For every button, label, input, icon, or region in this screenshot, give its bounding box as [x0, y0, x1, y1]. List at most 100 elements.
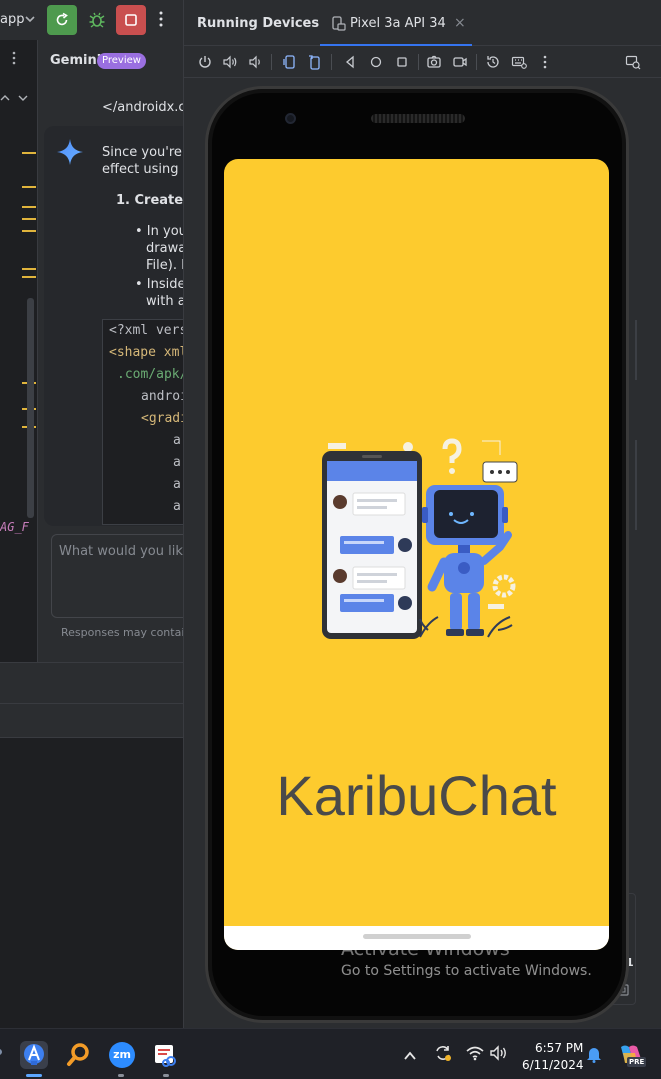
volume-down-icon[interactable]: [246, 53, 264, 71]
chevron-down-icon[interactable]: [18, 88, 28, 107]
bottom-tool-strip: [0, 662, 183, 704]
activation-watermark-text: Go to Settings to activate Windows.: [341, 963, 592, 979]
notification-bell-icon[interactable]: [586, 1045, 602, 1067]
copilot-badge: PRE: [627, 1057, 647, 1067]
volume-up-icon[interactable]: [221, 53, 239, 71]
stop-icon: [125, 14, 137, 26]
copilot-icon[interactable]: PRE: [617, 1043, 647, 1067]
gemini-sparkle-icon: [56, 138, 84, 170]
desktop: app AG_F Gemini Preview </androidx.c Sin…: [0, 0, 661, 1079]
scrollbar[interactable]: [27, 298, 34, 518]
intro-text: effect using: [102, 162, 179, 177]
overview-icon[interactable]: [393, 53, 411, 71]
device-toolbar: [184, 46, 661, 78]
snipping-tool-icon[interactable]: [153, 1042, 179, 1072]
zoom-app-icon[interactable]: zm: [109, 1042, 135, 1068]
disclaimer-text: Responses may contain: [61, 626, 183, 639]
prompt-input[interactable]: What would you like: [51, 534, 183, 618]
clock-date[interactable]: 6/11/2024: [522, 1058, 584, 1072]
keyboard-icon[interactable]: [510, 53, 528, 71]
device-icon: [332, 16, 346, 35]
app-name: KaribuChat: [276, 764, 557, 827]
running-app-indicator: [118, 1074, 124, 1077]
prompt-placeholder: What would you like: [59, 544, 183, 559]
rotate-left-icon[interactable]: [281, 53, 299, 71]
bullet-text: File). I: [146, 258, 183, 273]
code-line: <gradi: [141, 411, 183, 426]
speaker-grille: [371, 114, 465, 123]
scroll-track: [635, 320, 637, 380]
bullet-text: drawa: [146, 241, 183, 256]
change-marker: [22, 276, 36, 278]
bug-icon: [89, 12, 105, 28]
code-line: <shape xml: [109, 345, 183, 360]
bullet-text: • Inside: [135, 277, 183, 292]
home-icon[interactable]: [367, 53, 385, 71]
more-vertical-icon[interactable]: [536, 53, 554, 71]
running-devices-title: Running Devices: [197, 16, 320, 31]
run-config-label[interactable]: app: [0, 12, 24, 27]
toolbar-divider: [271, 54, 272, 70]
chevron-up-icon[interactable]: [403, 1047, 417, 1066]
taskbar-edge-icon[interactable]: [0, 1049, 2, 1055]
change-marker: [22, 206, 36, 208]
code-line: ar: [173, 455, 183, 470]
chatbot-illustration: [322, 438, 518, 639]
code-line: androi: [141, 389, 183, 404]
more-vertical-icon[interactable]: [157, 9, 165, 33]
editor-gutter: AG_F: [0, 40, 38, 662]
history-icon[interactable]: [484, 53, 502, 71]
change-marker: [22, 152, 36, 154]
change-marker: [22, 218, 36, 220]
gemini-title: Gemini: [50, 53, 102, 68]
volume-icon[interactable]: [489, 1045, 509, 1065]
wifi-icon[interactable]: [466, 1045, 484, 1065]
change-marker: [22, 268, 36, 270]
gemini-panel: Gemini Preview </androidx.c Since you're…: [38, 40, 183, 662]
power-icon[interactable]: [196, 53, 214, 71]
rotate-right-icon[interactable]: [306, 53, 324, 71]
debug-button[interactable]: [82, 5, 112, 35]
device-tab[interactable]: Pixel 3a API 34 ×: [320, 0, 472, 46]
android-studio-taskbar-icon[interactable]: [20, 1041, 48, 1069]
more-vertical-icon[interactable]: [10, 50, 18, 70]
code-line: ar: [173, 477, 183, 492]
back-icon[interactable]: [341, 53, 359, 71]
code-line: <?xml vers: [109, 323, 183, 338]
running-app-indicator: [163, 1074, 169, 1077]
bullet-text: with a: [146, 294, 183, 309]
sync-icon[interactable]: [433, 1043, 453, 1067]
device-mirroring-icon[interactable]: [624, 53, 642, 71]
closing-tag-text: </androidx.c: [102, 100, 183, 115]
camera-icon[interactable]: [425, 53, 443, 71]
change-marker: [22, 230, 36, 232]
main-toolbar: app: [0, 0, 183, 40]
front-camera: [285, 113, 296, 124]
code-line: ar: [173, 499, 183, 514]
change-marker: [22, 186, 36, 188]
stop-button[interactable]: [116, 5, 146, 35]
clock-time[interactable]: 6:57 PM: [535, 1041, 583, 1055]
toolbar-divider: [418, 54, 419, 70]
rerun-button[interactable]: [47, 5, 77, 35]
close-icon[interactable]: ×: [454, 15, 466, 31]
running-devices-header: Running Devices Pixel 3a API 34 ×: [184, 0, 661, 46]
preview-badge: Preview: [97, 53, 146, 69]
toolbar-divider: [476, 54, 477, 70]
active-app-indicator: [26, 1074, 42, 1077]
code-line: .com/apk/: [117, 367, 183, 382]
device-screen[interactable]: KaribuChat: [224, 159, 609, 950]
step-heading: 1. Create a: [116, 193, 183, 208]
code-line: ar: [173, 433, 183, 448]
search-app-icon[interactable]: [66, 1042, 92, 1072]
windows-taskbar: zm 6:57 PM 6/11/2024 PRE: [0, 1028, 661, 1079]
scroll-track: [635, 440, 637, 530]
intro-text: Since you're: [102, 145, 182, 160]
chevron-down-icon[interactable]: [24, 11, 36, 30]
code-fragment: AG_F: [0, 520, 29, 534]
activation-watermark-title: Activate Windows: [341, 938, 510, 960]
chevron-up-icon[interactable]: [0, 88, 10, 107]
bottom-tool-strip: [0, 704, 183, 738]
screen-record-icon[interactable]: [451, 53, 469, 71]
code-block[interactable]: <?xml vers <shape xml .com/apk/ androi <…: [102, 319, 183, 525]
